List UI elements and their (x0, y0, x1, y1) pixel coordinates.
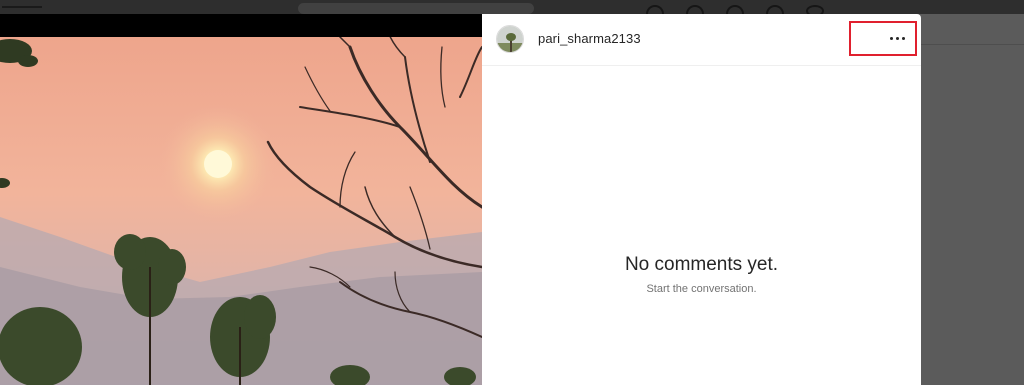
avatar[interactable] (496, 25, 524, 53)
no-comments-title: No comments yet. (624, 254, 779, 275)
post-detail-panel: pari_sharma2133 No comments yet. Start t… (482, 14, 921, 385)
more-horizontal-icon (889, 37, 905, 40)
more-options-button[interactable] (849, 21, 917, 56)
background-divider (920, 44, 1024, 45)
start-conversation-text: Start the conversation. (646, 283, 757, 295)
post-photo[interactable] (0, 37, 482, 385)
sunset-photo (0, 37, 482, 385)
username-link[interactable]: pari_sharma2133 (538, 31, 641, 46)
comments-empty-state: No comments yet. Start the conversation. (482, 254, 921, 295)
background-search-bar (298, 3, 534, 14)
avatar-image (497, 26, 523, 52)
background-logo (2, 6, 42, 14)
post-header: pari_sharma2133 (482, 14, 921, 66)
